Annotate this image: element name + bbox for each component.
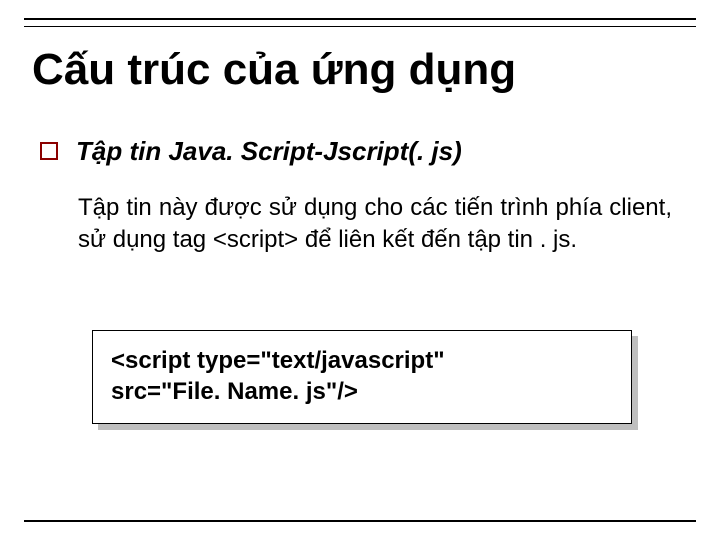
- code-line-2: src="File. Name. js"/>: [111, 376, 613, 407]
- code-example: <script type="text/javascript" src="File…: [92, 330, 632, 424]
- body-paragraph: Tập tin này được sử dụng cho các tiến tr…: [78, 192, 672, 257]
- bottom-rule: [24, 520, 696, 522]
- bullet-heading: Tập tin Java. Script-Jscript(. js): [76, 136, 462, 167]
- bullet-item: Tập tin Java. Script-Jscript(. js): [40, 136, 680, 167]
- square-bullet-icon: [40, 142, 58, 160]
- top-rule: [24, 18, 696, 27]
- code-box: <script type="text/javascript" src="File…: [92, 330, 632, 424]
- code-line-1: <script type="text/javascript": [111, 345, 613, 376]
- slide-title: Cấu trúc của ứng dụng: [32, 46, 688, 94]
